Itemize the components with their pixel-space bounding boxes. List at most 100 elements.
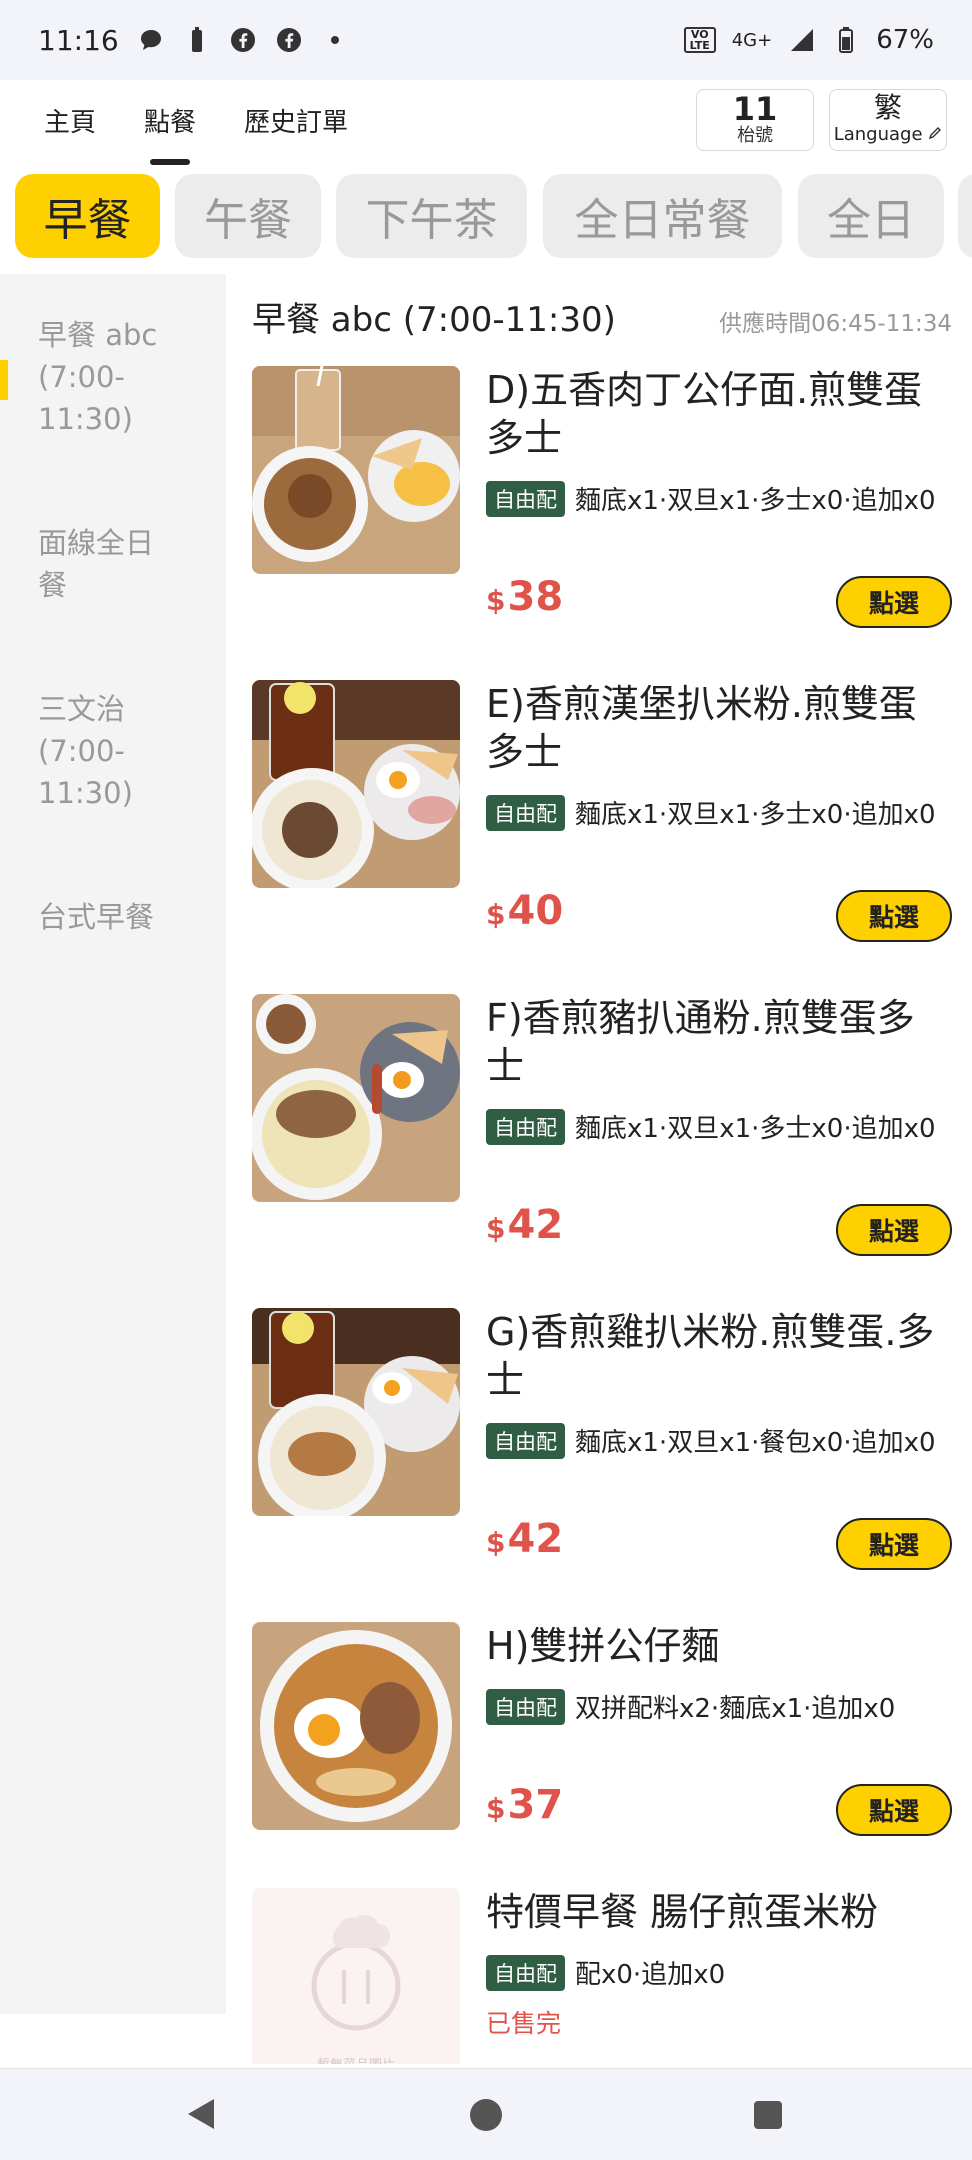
tab-order[interactable]: 點餐 [144,102,196,139]
section-hours: 供應時間06:45-11:34 [719,311,952,337]
battery-percent: 67% [876,25,934,55]
dish-options-text: 麵底x1·双旦x1·多士x0·追加x0 [575,800,936,830]
section-header: 早餐 abc (7:00-11:30) 供應時間06:45-11:34 [252,292,952,341]
sold-out-label: 已售完 [486,2009,562,2038]
price-currency: $ [486,1212,506,1245]
dish-options: 自由配 麵底x1·双旦x1·多士x0·追加x0 [486,794,952,831]
dish-options-text: 麵底x1·双旦x1·多士x0·追加x0 [575,486,936,516]
dish-price: $42 [486,1202,563,1248]
volte-icon: VO LTE [683,27,716,53]
dish-options: 自由配 双拼配料x2·麵底x1·追加x0 [486,1688,952,1725]
select-dish-button[interactable]: 點選 [836,1784,952,1836]
network-type-label: 4G+ [731,29,773,51]
dish-options-text: 配x0·追加x0 [575,1960,726,1990]
dish-card[interactable]: E)香煎漢堡扒米粉.煎雙蛋多士 自由配 麵底x1·双旦x1·多士x0·追加x0 … [252,680,952,950]
battery-saver-icon [183,26,211,54]
sidebar-item-noodle-all-day[interactable]: 面線全日 餐 [38,522,218,606]
dish-photo-placeholder: 暫無菜品圖片 [252,1888,460,2064]
language-label: Language [833,124,923,145]
chef-hat-placeholder-icon [252,1888,460,2064]
dish-card[interactable]: H)雙拼公仔麵 自由配 双拼配料x2·麵底x1·追加x0 $37 點選 [252,1622,952,1842]
free-combo-badge: 自由配 [486,794,565,831]
back-icon[interactable] [188,2099,214,2129]
table-number-box: 11 枱號 [696,89,814,151]
free-combo-badge: 自由配 [486,1108,565,1145]
dish-card[interactable]: F)香煎豬扒通粉.煎雙蛋多士 自由配 麵底x1·双旦x1·多士x0·追加x0 $… [252,994,952,1264]
price-value: 40 [507,888,564,934]
category-lunch[interactable]: 午餐 [175,174,321,258]
price-value: 37 [507,1782,564,1828]
menu-list: 早餐 abc (7:00-11:30) 供應時間06:45-11:34 D)五香… [226,274,972,2064]
language-button[interactable]: 繁 Language [829,89,947,151]
dish-card-sold-out[interactable]: 暫無菜品圖片 特價早餐 腸仔煎蛋米粉 自由配 配x0·追加x0 已售完 [252,1888,952,2064]
dish-card[interactable]: D)五香肉丁公仔面.煎雙蛋多士 自由配 麵底x1·双旦x1·多士x0·追加x0 … [252,366,952,636]
tab-home[interactable]: 主頁 [44,102,96,139]
sidebar-active-marker [0,360,8,400]
status-time: 11:16 [38,23,119,57]
edit-pencil-icon [928,124,942,145]
dish-photo[interactable] [252,1308,460,1516]
dish-options: 自由配 麵底x1·双旦x1·餐包x0·追加x0 [486,1422,952,1459]
status-bar: 11:16 VO LTE 4G+ 67% [0,0,972,80]
dish-price: $40 [486,888,563,934]
price-value: 38 [507,574,564,620]
battery-icon [832,26,860,54]
category-breakfast[interactable]: 早餐 [15,174,160,258]
system-nav-bar [0,2068,972,2160]
category-all-day-set[interactable]: 全日常餐 [543,174,782,258]
top-nav: 主頁 點餐 歷史訂單 11 枱號 繁 Language [0,80,972,164]
section-title: 早餐 abc (7:00-11:30) [252,300,616,340]
dish-photo[interactable] [252,366,460,574]
price-currency: $ [486,1526,506,1559]
language-label-row: Language [830,124,946,146]
tab-order-history[interactable]: 歷史訂單 [244,102,348,139]
table-number-label: 枱號 [737,125,773,146]
price-value: 42 [507,1516,564,1562]
dish-card[interactable]: G)香煎雞扒米粉.煎雙蛋.多士 自由配 麵底x1·双旦x1·餐包x0·追加x0 … [252,1308,952,1578]
dish-photo[interactable] [252,994,460,1202]
price-currency: $ [486,1792,506,1825]
dish-options-text: 麵底x1·双旦x1·餐包x0·追加x0 [575,1428,936,1458]
free-combo-badge: 自由配 [486,480,565,517]
dish-price: $37 [486,1782,563,1828]
category-next-partial[interactable] [958,174,972,258]
signal-icon [788,26,816,54]
sidebar-item-breakfast-abc[interactable]: 早餐 abc (7:00- 11:30) [38,314,218,440]
dish-options: 自由配 配x0·追加x0 [486,1954,952,1991]
free-combo-badge: 自由配 [486,1688,565,1725]
dish-options-text: 双拼配料x2·麵底x1·追加x0 [575,1694,896,1724]
price-currency: $ [486,898,506,931]
price-value: 42 [507,1202,564,1248]
table-number: 11 [732,90,778,128]
volte-label: VO LTE [689,28,710,52]
message-icon [137,26,165,54]
price-currency: $ [486,584,506,617]
dish-options-text: 麵底x1·双旦x1·多士x0·追加x0 [575,1114,936,1144]
dish-options: 自由配 麵底x1·双旦x1·多士x0·追加x0 [486,1108,952,1145]
sidebar-item-sandwich[interactable]: 三文治 (7:00- 11:30) [38,688,218,814]
dish-name: F)香煎豬扒通粉.煎雙蛋多士 [486,996,915,1088]
dish-photo[interactable] [252,680,460,888]
select-dish-button[interactable]: 點選 [836,1518,952,1570]
category-afternoon-tea[interactable]: 下午茶 [336,174,527,258]
facebook-icon [229,26,257,54]
dish-name: D)五香肉丁公仔面.煎雙蛋多士 [486,368,923,460]
sidebar-item-taiwanese-breakfast[interactable]: 台式早餐 [38,896,218,938]
free-combo-badge: 自由配 [486,1422,565,1459]
select-dish-button[interactable]: 點選 [836,1204,952,1256]
dish-name: H)雙拼公仔麵 [486,1624,720,1668]
dish-options: 自由配 麵底x1·双旦x1·多士x0·追加x0 [486,480,952,517]
placeholder-caption: 暫無菜品圖片 [252,2054,460,2064]
facebook-icon [275,26,303,54]
dish-photo[interactable] [252,1622,460,1830]
language-current: 繁 [873,91,902,124]
category-all-day[interactable]: 全日 [798,174,944,258]
category-bar: 早餐 午餐 下午茶 全日常餐 全日 [0,168,972,264]
select-dish-button[interactable]: 點選 [836,890,952,942]
dish-name: 特價早餐 腸仔煎蛋米粉 [486,1890,879,1934]
home-icon[interactable] [470,2099,502,2131]
recent-apps-icon[interactable] [754,2101,782,2129]
dish-price: $38 [486,574,563,620]
dish-name: G)香煎雞扒米粉.煎雙蛋.多士 [486,1310,935,1402]
select-dish-button[interactable]: 點選 [836,576,952,628]
